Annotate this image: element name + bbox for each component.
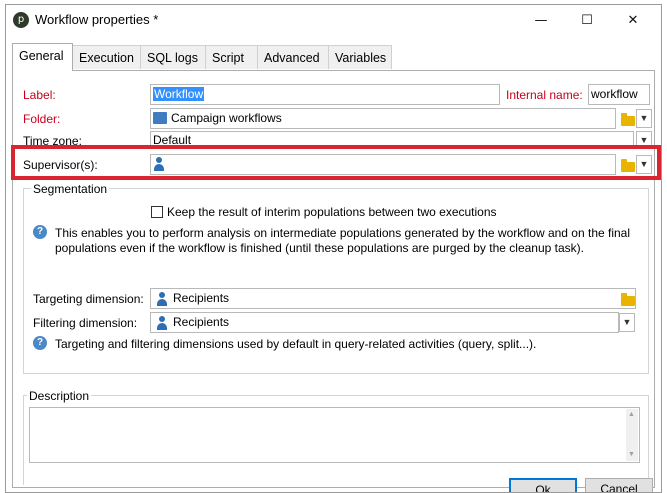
folder-input[interactable]: Campaign workflows bbox=[150, 108, 616, 129]
folder-picker-icon[interactable] bbox=[621, 113, 635, 126]
general-tab-panel: Label: Workflow Internal name: workflow … bbox=[12, 70, 655, 488]
description-textarea[interactable] bbox=[29, 407, 640, 463]
help-icon: ? bbox=[33, 336, 47, 350]
tab-execution[interactable]: Execution bbox=[72, 45, 141, 69]
internal-name-caption: Internal name: bbox=[506, 88, 583, 102]
close-button[interactable]: ✕ bbox=[610, 5, 656, 36]
title-bar: p Workflow properties * — ☐ ✕ bbox=[6, 5, 661, 36]
folder-input-value: Campaign workflows bbox=[171, 111, 282, 125]
targeting-dimension-input[interactable]: Recipients bbox=[150, 288, 636, 309]
description-scrollbar[interactable]: ▲ ▼ bbox=[626, 409, 638, 461]
tab-variables[interactable]: Variables bbox=[328, 45, 392, 69]
targeting-picker-icon[interactable] bbox=[621, 293, 635, 306]
tab-sql-logs[interactable]: SQL logs bbox=[140, 45, 206, 69]
filtering-dimension-value: Recipients bbox=[173, 315, 230, 329]
tab-script[interactable]: Script bbox=[205, 45, 258, 69]
ok-button[interactable]: Ok bbox=[509, 478, 577, 492]
filtering-dimension-caption: Filtering dimension: bbox=[33, 316, 138, 330]
supervisor-highlight-box bbox=[11, 145, 661, 180]
folder-dropdown-button[interactable]: ▼ bbox=[636, 109, 652, 128]
targeting-dimension-caption: Targeting dimension: bbox=[33, 292, 144, 306]
maximize-button[interactable]: ☐ bbox=[564, 5, 610, 36]
recipient-icon bbox=[156, 292, 168, 306]
recipient-icon bbox=[156, 316, 168, 330]
cancel-button[interactable]: Cancel bbox=[585, 478, 653, 492]
filtering-dimension-select[interactable]: Recipients bbox=[150, 312, 619, 333]
populations-help-line-1: This enables you to perform analysis on … bbox=[55, 226, 631, 240]
populations-help-line-2: populations even if the workflow is fini… bbox=[55, 241, 584, 255]
tab-general[interactable]: General bbox=[12, 43, 73, 71]
dimensions-help-text: Targeting and filtering dimensions used … bbox=[55, 337, 537, 351]
minimize-button[interactable]: — bbox=[518, 5, 564, 36]
folder-caption: Folder: bbox=[23, 112, 61, 126]
description-legend: Description bbox=[27, 389, 92, 403]
internal-name-input[interactable]: workflow bbox=[588, 84, 650, 105]
help-icon: ? bbox=[33, 225, 47, 239]
keep-populations-label: Keep the result of interim populations b… bbox=[167, 205, 497, 219]
label-input[interactable]: Workflow bbox=[150, 84, 500, 105]
keep-populations-checkbox[interactable] bbox=[151, 206, 163, 218]
label-caption: Label: bbox=[23, 88, 56, 102]
workflow-properties-dialog: p Workflow properties * — ☐ ✕ General Ex… bbox=[5, 4, 662, 493]
tab-advanced[interactable]: Advanced bbox=[257, 45, 329, 69]
campaign-folder-icon bbox=[153, 112, 167, 124]
filtering-dropdown-button[interactable]: ▼ bbox=[619, 313, 635, 332]
label-input-value: Workflow bbox=[153, 87, 205, 101]
window-title: Workflow properties * bbox=[35, 12, 159, 27]
segmentation-legend: Segmentation bbox=[31, 182, 110, 196]
targeting-dimension-value: Recipients bbox=[173, 291, 230, 305]
app-logo-icon: p bbox=[13, 12, 29, 28]
